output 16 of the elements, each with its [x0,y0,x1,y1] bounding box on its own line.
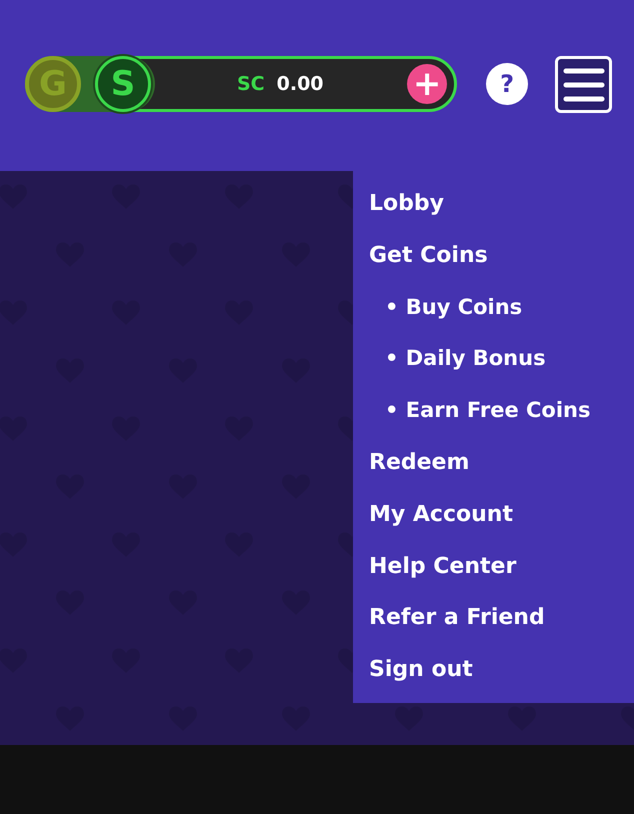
coin-button[interactable]: S [95,56,151,112]
currency-code: SC [237,73,265,95]
menu-button[interactable] [555,56,612,113]
menu-item[interactable]: My Account [353,488,513,541]
menu-item[interactable]: • Earn Free Coins [353,385,591,437]
menu-item[interactable]: Refer a Friend [353,592,545,644]
help-button[interactable]: ? [486,63,528,105]
menu-item[interactable]: Get Coins [353,230,488,282]
menu-item[interactable]: Sign out [353,644,473,696]
menu-icon [562,66,606,104]
balance-amount: 0.00 [276,73,324,95]
menu-item[interactable]: • Buy Coins [353,282,522,334]
menu-item[interactable]: Redeem [353,436,470,489]
menu-item[interactable]: Lobby [353,178,444,230]
menu-item[interactable]: • Daily Bonus [353,333,546,386]
menu-item[interactable]: Help Center [353,540,516,592]
